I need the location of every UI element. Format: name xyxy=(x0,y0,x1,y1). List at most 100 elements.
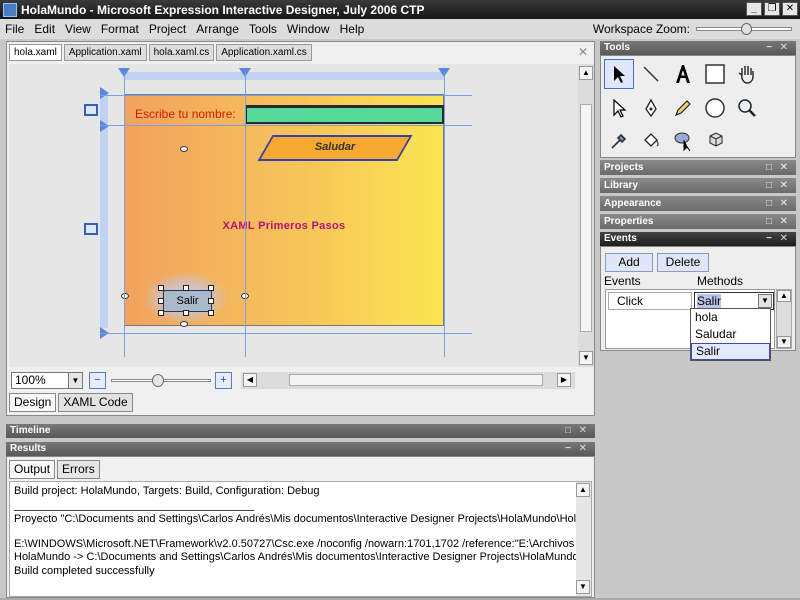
tab-xaml-code[interactable]: XAML Code xyxy=(58,393,133,412)
rectangle-tool-icon[interactable] xyxy=(700,59,730,89)
close-window-button[interactable]: ✕ xyxy=(782,2,798,16)
vertical-scroll-thumb[interactable] xyxy=(580,104,592,332)
close-icon[interactable]: ✕ xyxy=(780,178,788,193)
eyedropper-tool-icon[interactable] xyxy=(604,126,634,156)
camera-orbit-tool-icon[interactable] xyxy=(700,126,730,156)
zoom-in-icon[interactable]: + xyxy=(215,372,232,389)
selection-tool-icon[interactable] xyxy=(604,59,634,89)
maximize-icon[interactable]: □ xyxy=(766,196,772,211)
restore-button[interactable]: ❐ xyxy=(764,2,780,16)
tab-hola-xaml[interactable]: hola.xaml xyxy=(9,44,62,61)
close-icon[interactable]: ✕ xyxy=(579,424,587,438)
menu-project[interactable]: Project xyxy=(144,22,191,36)
menu-edit[interactable]: Edit xyxy=(29,22,60,36)
saludar-button[interactable]: Saludar xyxy=(257,135,413,161)
close-icon[interactable]: ✕ xyxy=(780,196,788,211)
paint-bucket-tool-icon[interactable] xyxy=(636,126,666,156)
library-panel-header[interactable]: Library □ ✕ xyxy=(600,178,796,193)
events-panel-header[interactable]: Events − ✕ xyxy=(600,232,796,246)
scroll-right-icon[interactable]: ▶ xyxy=(557,373,571,387)
output-text-area[interactable]: Build project: HolaMundo, Targets: Build… xyxy=(9,481,592,597)
name-textbox[interactable] xyxy=(245,105,444,124)
artboard[interactable]: Escribe tu nombre: Saludar XAML Primeros… xyxy=(121,94,444,327)
minimize-icon[interactable]: − xyxy=(766,41,772,55)
margin-handle-icon[interactable] xyxy=(121,293,129,299)
guide-marker-icon[interactable] xyxy=(100,120,109,132)
tools-panel-header[interactable]: Tools − ✕ xyxy=(600,41,796,55)
close-document-icon[interactable]: ✕ xyxy=(578,45,588,59)
maximize-icon[interactable]: □ xyxy=(565,424,571,438)
maximize-icon[interactable]: □ xyxy=(766,214,772,229)
scroll-up-icon[interactable]: ▲ xyxy=(576,483,590,497)
tab-hola-xaml-cs[interactable]: hola.xaml.cs xyxy=(148,44,215,61)
menu-format[interactable]: Format xyxy=(96,22,144,36)
tab-design[interactable]: Design xyxy=(9,393,57,412)
scroll-down-icon[interactable]: ▼ xyxy=(579,351,593,365)
pan-tool-icon[interactable] xyxy=(732,59,762,89)
minimize-icon[interactable]: − xyxy=(565,442,571,456)
menu-help[interactable]: Help xyxy=(335,22,370,36)
scroll-up-icon[interactable]: ▲ xyxy=(777,290,791,302)
close-icon[interactable]: ✕ xyxy=(780,214,788,229)
output-scrollbar[interactable]: ▲ ▼ xyxy=(576,482,591,596)
canvas-horizontal-scrollbar[interactable]: ◀ ▶ xyxy=(241,372,575,389)
scroll-left-icon[interactable]: ◀ xyxy=(243,373,257,387)
menu-view[interactable]: View xyxy=(60,22,96,36)
workspace-zoom-thumb[interactable] xyxy=(741,23,752,35)
pencil-tool-icon[interactable] xyxy=(668,93,698,123)
resize-handle[interactable] xyxy=(183,310,189,316)
design-canvas[interactable]: Escribe tu nombre: Saludar XAML Primeros… xyxy=(9,64,578,367)
workspace-zoom-slider[interactable] xyxy=(696,23,792,35)
lock-icon[interactable] xyxy=(84,223,98,235)
delete-event-button[interactable]: Delete xyxy=(657,253,709,272)
maximize-icon[interactable]: □ xyxy=(766,178,772,193)
menu-tools[interactable]: Tools xyxy=(244,22,282,36)
event-name-cell[interactable]: Click xyxy=(608,292,692,310)
line-tool-icon[interactable] xyxy=(636,59,666,89)
chevron-down-icon[interactable]: ▼ xyxy=(68,373,82,388)
close-icon[interactable]: ✕ xyxy=(579,442,587,456)
text-tool-icon[interactable] xyxy=(668,59,698,89)
results-panel-header[interactable]: Results − ✕ xyxy=(6,442,595,456)
menu-file[interactable]: File xyxy=(0,22,29,36)
resize-handle[interactable] xyxy=(158,298,164,304)
canvas-zoom-thumb[interactable] xyxy=(152,374,164,387)
direct-selection-tool-icon[interactable] xyxy=(604,93,634,123)
events-grid-scrollbar[interactable]: ▲ ▼ xyxy=(776,289,792,349)
close-icon[interactable]: ✕ xyxy=(780,232,788,246)
resize-handle[interactable] xyxy=(183,285,189,291)
resize-handle[interactable] xyxy=(208,298,214,304)
timeline-panel-header[interactable]: Timeline □ ✕ xyxy=(6,424,595,438)
canvas-zoom-slider[interactable] xyxy=(111,374,211,387)
scroll-up-icon[interactable]: ▲ xyxy=(579,66,593,80)
menu-arrange[interactable]: Arrange xyxy=(191,22,244,36)
properties-panel-header[interactable]: Properties □ ✕ xyxy=(600,214,796,229)
resize-handle[interactable] xyxy=(208,310,214,316)
method-option-saludar[interactable]: Saludar xyxy=(691,326,770,343)
resize-handle[interactable] xyxy=(158,310,164,316)
brush-transform-tool-icon[interactable] xyxy=(668,126,698,156)
ellipse-tool-icon[interactable] xyxy=(700,93,730,123)
guide-marker-icon[interactable] xyxy=(100,87,109,99)
zoom-combo[interactable]: 100% ▼ xyxy=(11,372,83,389)
method-option-salir[interactable]: Salir xyxy=(691,343,770,360)
horizontal-scroll-thumb[interactable] xyxy=(289,374,543,386)
maximize-icon[interactable]: □ xyxy=(766,160,772,175)
pen-tool-icon[interactable] xyxy=(636,93,666,123)
scroll-down-icon[interactable]: ▼ xyxy=(576,580,590,594)
menu-window[interactable]: Window xyxy=(282,22,335,36)
method-option-hola[interactable]: hola xyxy=(691,309,770,326)
close-icon[interactable]: ✕ xyxy=(780,160,788,175)
minimize-icon[interactable]: − xyxy=(766,232,772,246)
lock-icon[interactable] xyxy=(84,104,98,116)
close-icon[interactable]: ✕ xyxy=(780,41,788,55)
margin-handle-icon[interactable] xyxy=(180,146,188,152)
canvas-vertical-scrollbar[interactable]: ▲ ▼ xyxy=(578,64,594,367)
resize-handle[interactable] xyxy=(208,285,214,291)
zoom-out-icon[interactable]: − xyxy=(89,372,106,389)
tab-output[interactable]: Output xyxy=(9,460,56,479)
salir-button[interactable]: Salir xyxy=(163,290,212,312)
zoom-tool-icon[interactable] xyxy=(732,93,762,123)
resize-handle[interactable] xyxy=(158,285,164,291)
chevron-down-icon[interactable]: ▼ xyxy=(758,294,772,308)
